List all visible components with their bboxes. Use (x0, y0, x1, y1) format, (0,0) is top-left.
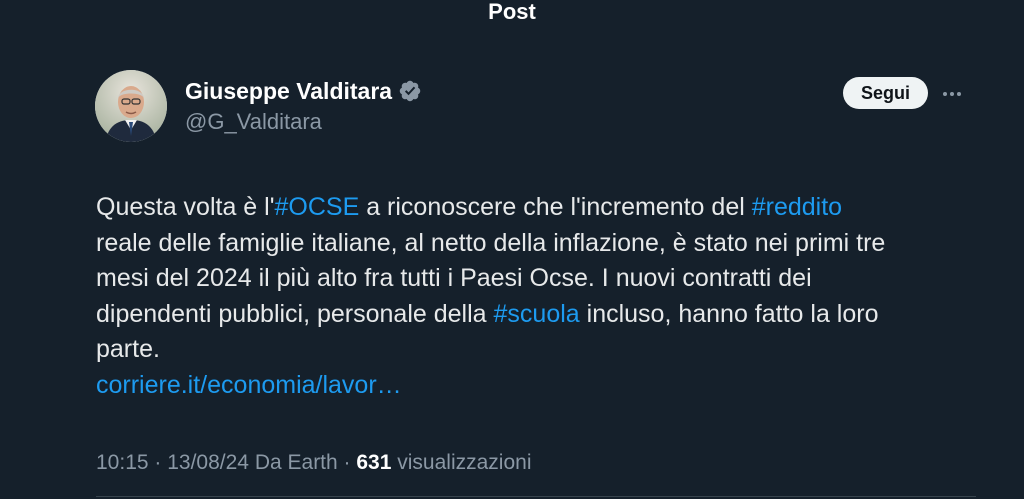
display-name-row: Giuseppe Valditara (185, 77, 422, 105)
hashtag-link[interactable]: #scuola (494, 300, 580, 328)
follow-button[interactable]: Segui (843, 77, 928, 109)
external-link[interactable]: corriere.it/economia/lavor… (96, 371, 402, 399)
verified-badge-icon[interactable] (398, 79, 422, 103)
author-handle[interactable]: @G_Valditara (185, 109, 422, 135)
page-title: Post (488, 0, 536, 24)
avatar[interactable] (95, 70, 167, 142)
tweet-meta: 10:15 · 13/08/24 Da Earth · 631 visualiz… (96, 450, 532, 476)
avatar-image (95, 70, 167, 142)
author-names: Giuseppe Valditara @G_Valditara (185, 77, 422, 135)
meta-separator: · (337, 451, 357, 474)
tweet-time[interactable]: 10:15 (96, 451, 149, 474)
views-count[interactable]: 631 (356, 451, 391, 474)
tweet-source: Da Earth (254, 451, 338, 474)
author-display-name[interactable]: Giuseppe Valditara (185, 77, 392, 105)
divider (96, 496, 976, 497)
hashtag-link[interactable]: #OCSE (274, 193, 359, 221)
author-row: Giuseppe Valditara @G_Valditara (95, 70, 422, 142)
more-horizontal-icon[interactable] (940, 82, 964, 106)
hashtag-link[interactable]: #reddito (752, 193, 842, 221)
tweet-text: Questa volta è l'#OCSE a riconoscere che… (96, 190, 976, 403)
meta-separator: · (148, 451, 168, 474)
tweet-text-segment: a riconoscere che l'incremento del (359, 193, 752, 221)
tweet-text-segment: Questa volta è l' (96, 193, 275, 221)
tweet-date[interactable]: 13/08/24 (167, 451, 249, 474)
views-label: visualizzazioni (397, 451, 532, 474)
post-page: Post Giuseppe Valditara @G_Valditara Seg… (0, 0, 1024, 499)
